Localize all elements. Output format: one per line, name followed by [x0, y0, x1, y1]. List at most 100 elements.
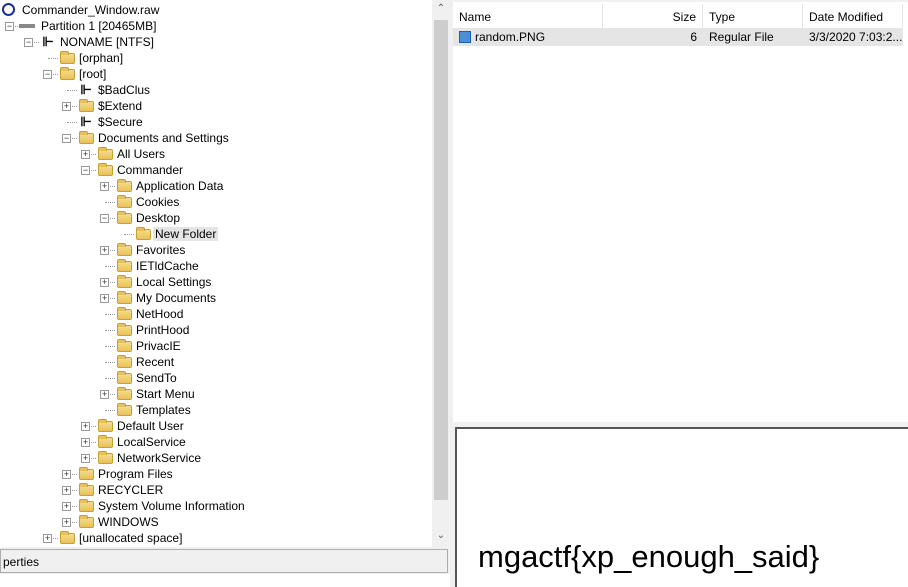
tree-connector — [105, 266, 115, 267]
expand-icon[interactable]: + — [81, 454, 90, 463]
tree-item[interactable]: Commander_Window.raw — [0, 2, 432, 18]
properties-tab[interactable]: perties — [0, 549, 448, 573]
tree-item-label: Documents and Settings — [98, 131, 229, 145]
expand-icon[interactable]: + — [81, 438, 90, 447]
tree-item[interactable]: [orphan] — [0, 50, 432, 66]
tree-item[interactable]: − Desktop — [0, 210, 432, 226]
tree-item[interactable]: + NetworkService — [0, 450, 432, 466]
properties-panel — [0, 574, 450, 587]
expand-icon[interactable]: + — [100, 182, 109, 191]
tree-item[interactable]: + Program Files — [0, 466, 432, 482]
tree-item[interactable]: + Application Data — [0, 178, 432, 194]
expand-icon[interactable]: + — [62, 518, 71, 527]
folder-icon — [117, 243, 132, 256]
disk-image-icon — [2, 3, 15, 16]
scroll-up-icon[interactable]: ⌃ — [432, 3, 450, 14]
expand-icon[interactable]: + — [62, 102, 71, 111]
tree-item[interactable]: + LocalService — [0, 434, 432, 450]
expand-icon[interactable]: + — [62, 486, 71, 495]
tree-item[interactable]: PrivacIE — [0, 338, 432, 354]
tree-item[interactable]: + Local Settings — [0, 274, 432, 290]
folder-icon — [117, 195, 132, 208]
folder-icon — [98, 451, 113, 464]
tree-item-label: [orphan] — [79, 51, 124, 65]
tree-item[interactable]: + Default User — [0, 418, 432, 434]
tree-item[interactable]: + Favorites — [0, 242, 432, 258]
tree-item[interactable]: ⊩ $Secure — [0, 114, 432, 130]
tree-item[interactable]: − Partition 1 [20465MB] — [0, 18, 432, 34]
expand-icon[interactable]: + — [100, 390, 109, 399]
column-header-date[interactable]: Date Modified — [803, 4, 903, 30]
file-date: 3/3/2020 7:03:2... — [803, 28, 903, 46]
tree-item[interactable]: + System Volume Information — [0, 498, 432, 514]
collapse-icon[interactable]: − — [5, 22, 14, 31]
tree-item[interactable]: − Commander — [0, 162, 432, 178]
tree-item[interactable]: + Start Menu — [0, 386, 432, 402]
tree-item[interactable]: SendTo — [0, 370, 432, 386]
tree-item-label: PrintHood — [136, 323, 190, 337]
folder-icon — [117, 371, 132, 384]
expand-icon[interactable]: + — [81, 150, 90, 159]
tree-item[interactable]: IETldCache — [0, 258, 432, 274]
collapse-icon[interactable]: − — [24, 38, 33, 47]
filesystem-icon: ⊩ — [80, 114, 92, 129]
folder-icon — [79, 99, 94, 112]
tree-item[interactable]: + My Documents — [0, 290, 432, 306]
tree-item[interactable]: Templates — [0, 402, 432, 418]
folder-icon — [136, 227, 151, 240]
folder-icon — [117, 211, 132, 224]
scroll-down-icon[interactable]: ⌄ — [432, 530, 450, 541]
collapse-icon[interactable]: − — [81, 166, 90, 175]
tree-item-label: Commander_Window.raw — [22, 3, 160, 17]
file-list[interactable]: Name Size Type Date Modified random.PNG … — [453, 2, 908, 422]
file-name: random.PNG — [453, 28, 603, 46]
folder-icon — [117, 339, 132, 352]
expand-icon[interactable]: + — [43, 534, 52, 543]
expand-icon[interactable]: + — [100, 246, 109, 255]
tree-item[interactable]: − Documents and Settings — [0, 130, 432, 146]
tree-item-label: NetworkService — [117, 451, 202, 465]
tree-item-label: Cookies — [136, 195, 180, 209]
tree-connector — [48, 58, 58, 59]
tree-item[interactable]: + All Users — [0, 146, 432, 162]
tree-item-label: $Extend — [98, 99, 143, 113]
collapse-icon[interactable]: − — [100, 214, 109, 223]
folder-icon — [117, 275, 132, 288]
collapse-icon[interactable]: − — [43, 70, 52, 79]
collapse-icon[interactable]: − — [62, 134, 71, 143]
file-preview: mgactf{xp_enough_said} — [455, 427, 908, 587]
expand-icon[interactable]: + — [62, 470, 71, 479]
file-type: Regular File — [703, 28, 803, 46]
tree-item[interactable]: + RECYCLER — [0, 482, 432, 498]
column-header-type[interactable]: Type — [703, 4, 803, 30]
column-header-size[interactable]: Size — [603, 4, 703, 30]
tree-item-label: SendTo — [136, 371, 177, 385]
tree-item[interactable]: New Folder — [0, 226, 432, 242]
folder-icon — [117, 307, 132, 320]
tree-item[interactable]: Recent — [0, 354, 432, 370]
tree-item[interactable]: − [root] — [0, 66, 432, 82]
evidence-tree[interactable]: Commander_Window.raw − Partition 1 [20465M… — [0, 0, 432, 547]
tree-scrollbar-thumb[interactable] — [434, 20, 448, 500]
tree-item[interactable]: Cookies — [0, 194, 432, 210]
tree-connector — [105, 362, 115, 363]
expand-icon[interactable]: + — [100, 294, 109, 303]
properties-label: perties — [3, 555, 40, 569]
tree-item[interactable]: + [unallocated space] — [0, 530, 432, 546]
tree-connector — [105, 314, 115, 315]
tree-item-label: New Folder — [153, 227, 219, 241]
expand-icon[interactable]: + — [81, 422, 90, 431]
folder-icon — [117, 387, 132, 400]
tree-item[interactable]: + WINDOWS — [0, 514, 432, 530]
tree-item[interactable]: NetHood — [0, 306, 432, 322]
tree-item[interactable]: PrintHood — [0, 322, 432, 338]
tree-item-label: RECYCLER — [98, 483, 164, 497]
tree-item[interactable]: − ⊩ NONAME [NTFS] — [0, 34, 432, 50]
expand-icon[interactable]: + — [100, 278, 109, 287]
expand-icon[interactable]: + — [62, 502, 71, 511]
tree-item[interactable]: ⊩ $BadClus — [0, 82, 432, 98]
tree-item-label: Default User — [117, 419, 184, 433]
tree-item[interactable]: + $Extend — [0, 98, 432, 114]
column-header-name[interactable]: Name — [453, 4, 603, 30]
folder-icon — [98, 435, 113, 448]
